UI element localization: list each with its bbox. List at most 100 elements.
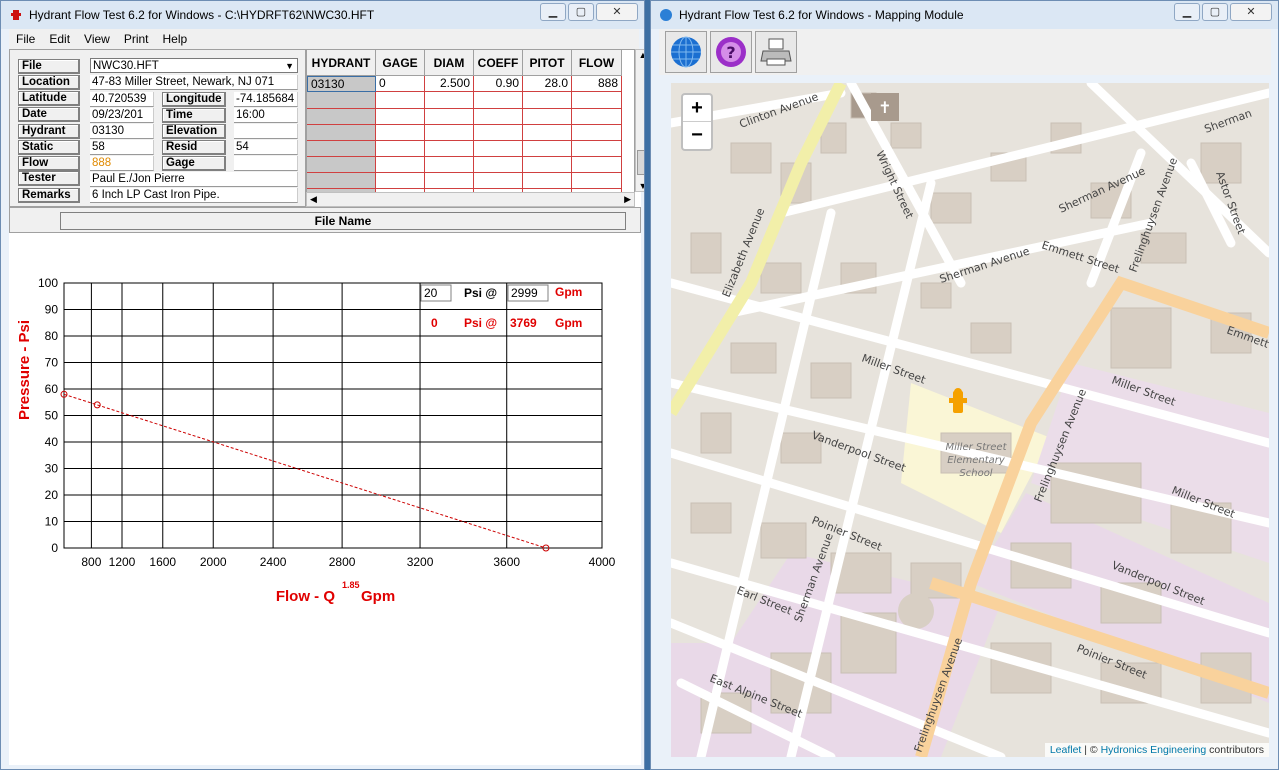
col-header-diam[interactable]: DIAM: [425, 50, 474, 76]
gage-field[interactable]: [234, 156, 298, 171]
church-icon: ✝: [871, 93, 899, 121]
menu-print[interactable]: Print: [117, 32, 156, 46]
file-name-bar: File Name: [9, 207, 641, 233]
map-toolbar: ?: [659, 29, 1271, 75]
col-header-pitot[interactable]: PITOT: [523, 50, 572, 76]
map-view[interactable]: Clinton Avenue Wright Street Elizabeth A…: [671, 83, 1269, 757]
x-tick-label: 1200: [109, 555, 136, 569]
remarks-label: Remarks: [18, 188, 80, 203]
zoom-in-button[interactable]: +: [683, 95, 711, 122]
y-tick-label: 10: [45, 515, 59, 529]
print-tool-button[interactable]: [755, 31, 797, 73]
time-field[interactable]: 16:00: [234, 108, 298, 123]
grid-cell-hydrant[interactable]: 03130: [307, 76, 376, 92]
map-minimize-button[interactable]: ▁: [1174, 3, 1200, 21]
scroll-left-icon[interactable]: ◀: [310, 194, 317, 205]
chevron-down-icon[interactable]: ▼: [285, 59, 294, 72]
chart-area: 100 90 80 70 60 50 40 30 20 10 0 800 1200 1600 2000 24…: [9, 235, 641, 765]
latitude-label: Latitude: [18, 91, 80, 106]
location-label: Location: [18, 75, 80, 90]
col-header-hydrant[interactable]: HYDRANT: [307, 50, 376, 76]
remarks-field[interactable]: 6 Inch LP Cast Iron Pipe.: [90, 188, 298, 203]
menu-file[interactable]: File: [9, 32, 42, 46]
psi-at-label: Psi @: [464, 286, 497, 300]
grid-cell-flow[interactable]: 888: [572, 76, 622, 92]
elevation-label: Elevation: [162, 124, 226, 139]
psi-input[interactable]: 20: [424, 286, 438, 300]
svg-text:✝: ✝: [878, 98, 891, 117]
maximize-button[interactable]: ▢: [568, 3, 594, 21]
help-tool-button[interactable]: ?: [710, 31, 752, 73]
y-tick-label: 90: [45, 303, 59, 317]
grid-horizontal-scrollbar[interactable]: ◀ ▶: [306, 192, 635, 207]
resid-field[interactable]: 54: [234, 140, 298, 155]
hydrant-field[interactable]: 03130: [90, 124, 154, 139]
longitude-field[interactable]: -74.185684: [234, 92, 298, 107]
y-tick-label: 20: [45, 488, 59, 502]
latitude-field[interactable]: 40.720539: [90, 92, 154, 107]
round-building: [898, 593, 934, 629]
col-header-coeff[interactable]: COEFF: [474, 50, 523, 76]
elevation-field[interactable]: [234, 124, 298, 139]
grid-cell-diam[interactable]: 2.500: [425, 76, 474, 92]
scroll-up-icon[interactable]: ▲: [636, 50, 644, 60]
globe-tool-button[interactable]: [665, 31, 707, 73]
grid-cell-gage[interactable]: 0: [376, 76, 425, 92]
grid-cell-pitot[interactable]: 28.0: [523, 76, 572, 92]
x-axis-label: Flow - Q: [276, 588, 335, 605]
mapping-window: Hydrant Flow Test 6.2 for Windows - Mapp…: [650, 0, 1279, 770]
gpm-input[interactable]: 2999: [511, 286, 538, 300]
zero-psi-gpm-unit: Gpm: [555, 316, 582, 330]
grid-cell-coeff[interactable]: 0.90: [474, 76, 523, 92]
x-tick-label: 800: [81, 555, 101, 569]
map-title-bar: Hydrant Flow Test 6.2 for Windows - Mapp…: [651, 1, 1278, 29]
date-field[interactable]: 09/23/201: [90, 108, 154, 123]
globe-app-icon: [660, 9, 672, 21]
empty-grid-rows[interactable]: [307, 92, 635, 192]
test-info-form: File NWC30.HFT ▼ Location 47-83 Miller St…: [9, 49, 306, 207]
menu-view[interactable]: View: [77, 32, 117, 46]
main-window: Hydrant Flow Test 6.2 for Windows - C:\H…: [0, 0, 645, 770]
x-tick-label: 4000: [589, 555, 616, 569]
location-field[interactable]: 47-83 Miller Street, Newark, NJ 071: [90, 75, 298, 90]
attribution-tail: contributors: [1206, 744, 1264, 756]
flow-field[interactable]: 888: [90, 156, 154, 171]
grid-vertical-scrollbar[interactable]: ▲ ▼: [635, 49, 644, 192]
y-tick-label: 0: [51, 541, 58, 555]
attribution-separator: | ©: [1081, 744, 1101, 756]
school-label-line2: Elementary: [947, 455, 1006, 466]
leaflet-link[interactable]: Leaflet: [1050, 744, 1082, 756]
longitude-label: Longitude: [162, 92, 226, 107]
scroll-down-icon[interactable]: ▼: [636, 181, 644, 191]
col-header-flow[interactable]: FLOW: [572, 50, 622, 76]
zoom-out-button[interactable]: −: [683, 122, 711, 149]
close-button[interactable]: ✕: [596, 3, 638, 21]
scroll-right-icon[interactable]: ▶: [624, 194, 631, 205]
map-close-button[interactable]: ✕: [1230, 3, 1272, 21]
minimize-button[interactable]: ▁: [540, 3, 566, 21]
y-axis-label: Pressure - Psi: [16, 320, 33, 420]
printer-icon: [760, 38, 792, 66]
street-label: Miller Street: [860, 352, 928, 387]
zoom-control: + −: [681, 93, 713, 151]
file-select[interactable]: NWC30.HFT ▼: [90, 58, 298, 73]
file-label: File: [18, 59, 80, 74]
x-tick-label: 2000: [200, 555, 227, 569]
hydronics-link[interactable]: Hydronics Engineering: [1101, 744, 1207, 756]
static-field[interactable]: 58: [90, 140, 154, 155]
scroll-thumb[interactable]: [637, 150, 644, 175]
y-tick-label: 30: [45, 462, 59, 476]
tester-field[interactable]: Paul E./Jon Pierre: [90, 172, 298, 187]
y-tick-label: 80: [45, 329, 59, 343]
tester-label: Tester: [18, 171, 80, 186]
x-tick-label: 2400: [260, 555, 287, 569]
menu-help[interactable]: Help: [156, 32, 195, 46]
menu-edit[interactable]: Edit: [42, 32, 77, 46]
gage-label: Gage: [162, 156, 226, 171]
file-name-header[interactable]: File Name: [60, 212, 626, 230]
flow-curve: [63, 393, 547, 549]
map-attribution: Leaflet | © Hydronics Engineering contri…: [1044, 743, 1269, 757]
map-maximize-button[interactable]: ▢: [1202, 3, 1228, 21]
resid-label: Resid: [162, 140, 226, 155]
col-header-gage[interactable]: GAGE: [376, 50, 425, 76]
